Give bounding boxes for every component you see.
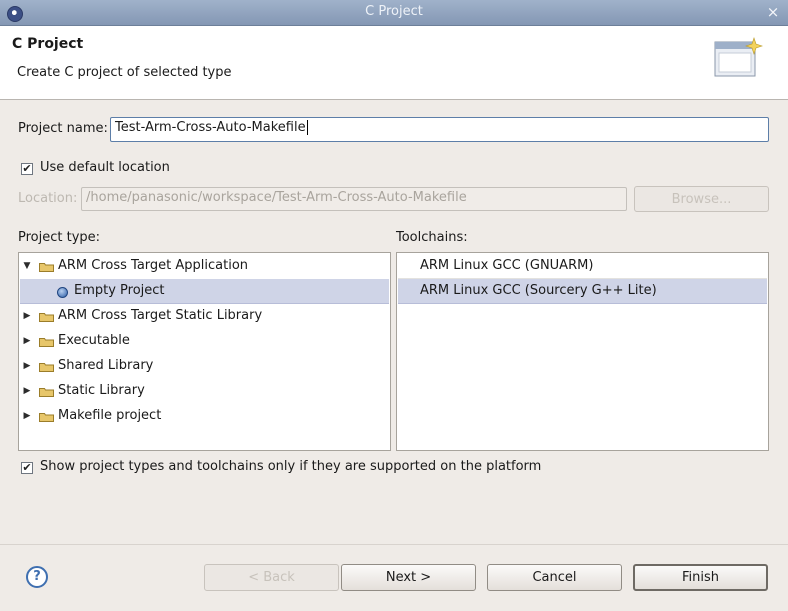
collapsed-arrow-icon[interactable]: ▶ — [22, 304, 32, 328]
show-supported-label: Show project types and toolchains only i… — [40, 459, 542, 474]
collapsed-arrow-icon[interactable]: ▶ — [22, 379, 32, 403]
toolchain-item-sourcery[interactable]: ARM Linux GCC (Sourcery G++ Lite) — [398, 279, 767, 304]
title-bar: C Project × — [0, 0, 788, 26]
toolchains-label: Toolchains: — [396, 230, 468, 245]
project-name-label: Project name: — [18, 121, 108, 136]
tree-item-static-library[interactable]: ▶ Static Library — [20, 379, 389, 403]
project-type-tree[interactable]: ▼ ARM Cross Target Application Empty Pro… — [18, 252, 391, 451]
tree-item-makefile-project[interactable]: ▶ Makefile project — [20, 404, 389, 428]
tree-item-label: ARM Cross Target Application — [58, 258, 249, 273]
tree-item-shared-library[interactable]: ▶ Shared Library — [20, 354, 389, 378]
tree-item-label: Executable — [58, 333, 130, 348]
tree-item-label: Static Library — [58, 383, 145, 398]
browse-button[interactable]: Browse... — [634, 186, 769, 212]
project-name-value: Test-Arm-Cross-Auto-Makefile — [115, 120, 306, 135]
next-button[interactable]: Next > — [341, 564, 476, 591]
project-type-label: Project type: — [18, 230, 101, 245]
show-supported-checkbox[interactable]: ✔ — [21, 462, 33, 474]
cancel-button[interactable]: Cancel — [487, 564, 622, 591]
folder-icon — [39, 338, 54, 347]
folder-icon — [39, 363, 54, 372]
page-title: C Project — [12, 36, 84, 52]
tree-item-label: Shared Library — [58, 358, 154, 373]
tree-item-executable[interactable]: ▶ Executable — [20, 329, 389, 353]
use-default-location-checkbox[interactable]: ✔ — [21, 163, 33, 175]
help-icon[interactable]: ? — [26, 566, 48, 588]
project-name-input[interactable]: Test-Arm-Cross-Auto-Makefile — [110, 117, 769, 142]
tree-item-label: Makefile project — [58, 408, 162, 423]
use-default-location-label: Use default location — [40, 160, 170, 175]
folder-icon — [39, 413, 54, 422]
footer-divider — [0, 544, 788, 545]
wizard-header: C Project Create C project of selected t… — [0, 26, 788, 100]
tree-item-arm-cross-target-application[interactable]: ▼ ARM Cross Target Application — [20, 254, 389, 278]
close-icon[interactable]: × — [764, 3, 782, 21]
toolchain-item-gnuarm[interactable]: ARM Linux GCC (GNUARM) — [398, 254, 767, 279]
window-title: C Project — [365, 4, 423, 19]
folder-icon — [39, 313, 54, 322]
page-subtitle: Create C project of selected type — [17, 65, 232, 80]
back-button[interactable]: < Back — [204, 564, 339, 591]
folder-icon — [39, 388, 54, 397]
toolchains-list[interactable]: ARM Linux GCC (GNUARM) ARM Linux GCC (So… — [396, 252, 769, 451]
folder-icon — [39, 263, 54, 272]
project-template-bullet-icon — [57, 287, 68, 298]
tree-item-arm-cross-target-static-library[interactable]: ▶ ARM Cross Target Static Library — [20, 304, 389, 328]
collapsed-arrow-icon[interactable]: ▶ — [22, 354, 32, 378]
toolchain-item-label: ARM Linux GCC (GNUARM) — [420, 258, 594, 273]
toolchain-item-label: ARM Linux GCC (Sourcery G++ Lite) — [420, 283, 657, 298]
collapsed-arrow-icon[interactable]: ▶ — [22, 329, 32, 353]
tree-item-label: ARM Cross Target Static Library — [58, 308, 263, 323]
location-label: Location: — [18, 191, 78, 206]
expanded-arrow-icon[interactable]: ▼ — [22, 254, 32, 278]
location-input[interactable]: /home/panasonic/workspace/Test-Arm-Cross… — [81, 187, 627, 211]
finish-button[interactable]: Finish — [633, 564, 768, 591]
tree-item-empty-project[interactable]: Empty Project — [20, 279, 389, 304]
new-project-wizard-icon — [714, 37, 763, 77]
collapsed-arrow-icon[interactable]: ▶ — [22, 404, 32, 428]
tree-item-label: Empty Project — [74, 283, 165, 298]
